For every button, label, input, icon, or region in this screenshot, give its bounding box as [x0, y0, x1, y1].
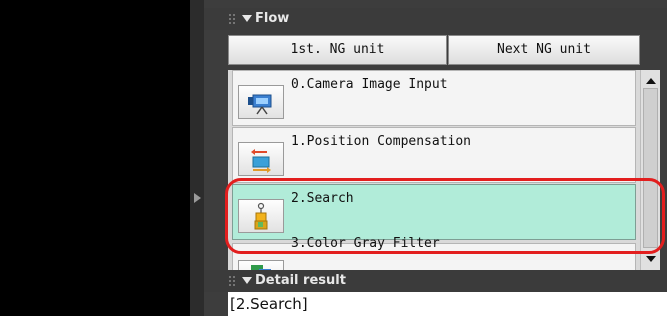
flow-header-label: Flow: [255, 11, 290, 26]
flow-panel: Flow 1st. NG unit Next NG unit 0.Camera …: [204, 0, 667, 316]
position-compensation-icon: [238, 142, 284, 176]
flow-header[interactable]: Flow: [204, 8, 667, 30]
selected-item-highlight: [225, 178, 665, 254]
color-gray-filter-icon: [238, 260, 284, 270]
detail-result-header[interactable]: Detail result: [204, 270, 667, 292]
grip-icon: [228, 13, 236, 26]
first-ng-unit-button[interactable]: 1st. NG unit: [228, 35, 447, 65]
left-black-pane: [0, 0, 190, 316]
next-ng-unit-button[interactable]: Next NG unit: [448, 35, 640, 65]
detail-result-header-label: Detail result: [255, 273, 346, 288]
grip-icon: [228, 275, 236, 288]
flow-item-position-compensation[interactable]: 1.Position Compensation: [232, 127, 636, 183]
collapse-triangle-icon: [242, 15, 252, 22]
scroll-down-arrow-icon[interactable]: [646, 256, 656, 262]
detail-result-text: [2.Search]: [228, 292, 667, 316]
selection-pointer-icon: [194, 193, 201, 203]
camera-input-icon: [238, 85, 284, 119]
scroll-up-arrow-icon[interactable]: [646, 78, 656, 84]
collapse-triangle-icon: [242, 277, 252, 284]
panel-gutter: [190, 0, 204, 316]
flow-item-label: 1.Position Compensation: [291, 134, 472, 149]
flow-item-label: 0.Camera Image Input: [291, 77, 448, 92]
flow-item-camera-image-input[interactable]: 0.Camera Image Input: [232, 70, 636, 126]
